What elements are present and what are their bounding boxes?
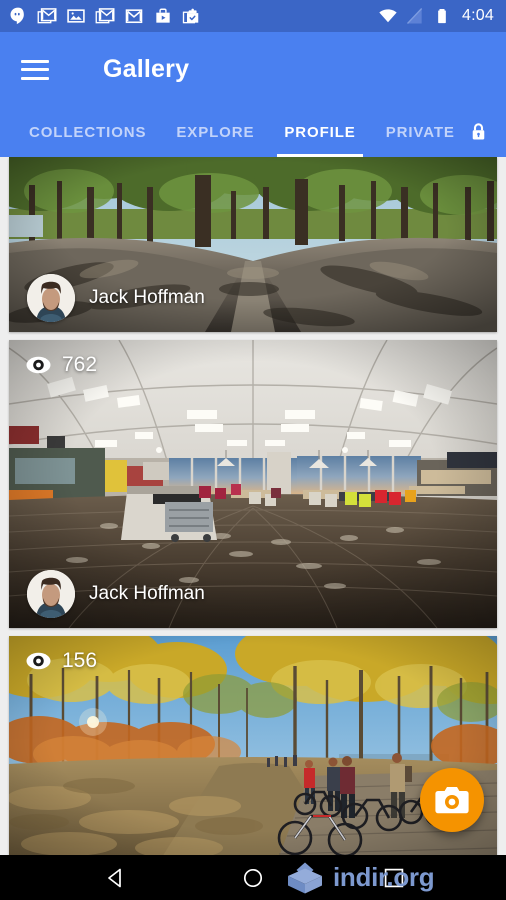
camera-fab[interactable] bbox=[420, 768, 484, 832]
back-button[interactable] bbox=[104, 866, 128, 890]
avatar bbox=[27, 274, 75, 322]
home-circle-icon bbox=[243, 868, 263, 887]
system-navigation-bar: indir.org bbox=[0, 855, 506, 900]
status-notification-icons bbox=[8, 6, 202, 26]
feed-card-office-cafeteria[interactable]: 762 Jack Hoffman bbox=[9, 340, 497, 628]
card-author: Jack Hoffman bbox=[27, 274, 205, 322]
status-bar: 4:04 bbox=[0, 0, 506, 32]
card-views-count: 156 bbox=[62, 649, 98, 672]
hangouts-icon bbox=[10, 7, 24, 25]
no-signal-icon bbox=[407, 8, 423, 24]
photo-feed[interactable]: Jack Hoffman 762 Jack Hoffman 156 bbox=[0, 157, 506, 855]
hamburger-menu-icon[interactable] bbox=[21, 59, 49, 80]
tab-bar: COLLECTIONS EXPLORE PROFILE PRIVATE bbox=[0, 107, 506, 157]
eye-icon bbox=[26, 356, 51, 374]
tab-profile-label: PROFILE bbox=[284, 123, 356, 141]
tasks-icon bbox=[182, 8, 199, 24]
mail-icon bbox=[125, 9, 143, 24]
eye-icon bbox=[26, 652, 51, 670]
feed-card-forest-path[interactable]: Jack Hoffman bbox=[9, 157, 497, 332]
page-title: Gallery bbox=[103, 55, 190, 83]
wifi-icon bbox=[379, 9, 397, 23]
card-author: Jack Hoffman bbox=[27, 570, 205, 618]
card-author-name: Jack Hoffman bbox=[89, 583, 205, 604]
card-author-name: Jack Hoffman bbox=[89, 287, 205, 308]
download-box-icon bbox=[288, 862, 322, 893]
back-triangle-icon bbox=[108, 868, 121, 887]
indir-watermark: indir.org bbox=[285, 861, 435, 895]
feed-card-autumn-cyclists[interactable]: 156 bbox=[9, 636, 497, 855]
tab-private[interactable]: PRIVATE bbox=[371, 107, 470, 157]
tab-collections[interactable]: COLLECTIONS bbox=[14, 107, 161, 157]
home-button[interactable] bbox=[242, 867, 264, 889]
gmail-icon-2 bbox=[95, 8, 115, 24]
app-bar: Gallery COLLECTIONS EXPLORE PROFILE PRIV… bbox=[0, 32, 506, 157]
camera-icon bbox=[435, 787, 469, 814]
tab-private-label: PRIVATE bbox=[385, 123, 455, 141]
watermark-text: indir.org bbox=[333, 862, 435, 892]
card-views-count: 762 bbox=[62, 353, 98, 376]
status-system-icons: 4:04 bbox=[378, 6, 494, 26]
tab-explore[interactable]: EXPLORE bbox=[161, 107, 269, 157]
tab-profile[interactable]: PROFILE bbox=[269, 107, 370, 157]
card-views: 762 bbox=[26, 353, 97, 377]
tab-collections-label: COLLECTIONS bbox=[29, 123, 147, 141]
battery-icon bbox=[438, 9, 446, 24]
photos-icon bbox=[67, 9, 85, 23]
app-bar-top-row: Gallery bbox=[0, 32, 506, 107]
avatar-photo bbox=[27, 274, 75, 322]
avatar bbox=[27, 570, 75, 618]
status-time: 4:04 bbox=[462, 7, 494, 24]
avatar-photo bbox=[27, 570, 75, 618]
lock-icon bbox=[468, 121, 489, 143]
tab-explore-label: EXPLORE bbox=[176, 123, 255, 141]
gmail-icon bbox=[37, 8, 57, 24]
play-store-icon bbox=[156, 8, 170, 23]
card-views: 156 bbox=[26, 649, 97, 673]
app-root: 4:04 Gallery COLLECTIONS EXPLORE PROFILE… bbox=[0, 0, 506, 900]
